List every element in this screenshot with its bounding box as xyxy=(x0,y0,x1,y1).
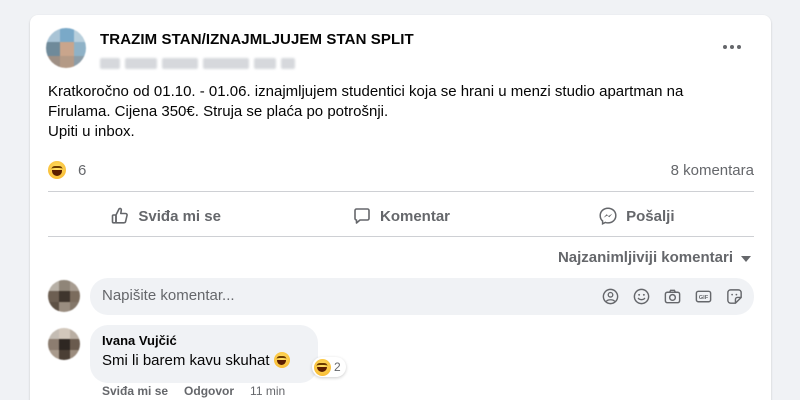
svg-text:GIF: GIF xyxy=(699,295,709,301)
comment-reaction-count: 2 xyxy=(334,360,341,374)
reaction-count[interactable]: 6 xyxy=(78,162,86,179)
send-button[interactable]: Pošalji xyxy=(519,200,754,232)
avatar-sticker-icon[interactable] xyxy=(601,287,620,306)
post-body-line: Upiti u inbox. xyxy=(48,123,135,140)
messenger-icon xyxy=(599,207,617,226)
gif-icon[interactable]: GIF xyxy=(694,287,713,306)
comment-actions: Sviđa mi se Odgovor 11 min xyxy=(102,384,285,398)
commenter-avatar[interactable] xyxy=(48,328,80,360)
post-card: TRAZIM STAN/IZNAJMLJUJEM STAN SPLIT Krat… xyxy=(30,15,771,400)
laughing-emoji-icon xyxy=(273,352,290,368)
camera-icon[interactable] xyxy=(663,287,682,306)
comment-reply-link[interactable]: Odgovor xyxy=(184,384,234,398)
comment-reaction-badge[interactable]: 2 xyxy=(312,357,346,377)
group-avatar[interactable] xyxy=(46,28,86,68)
comment-like-link[interactable]: Sviđa mi se xyxy=(102,384,168,398)
like-button-label: Sviđa mi se xyxy=(138,207,221,225)
comment-text: Smi li barem kavu skuhat xyxy=(102,352,270,369)
emoji-icon[interactable] xyxy=(632,287,651,306)
chevron-down-icon xyxy=(741,255,751,262)
laughing-emoji-icon[interactable] xyxy=(48,161,66,179)
comment-composer: GIF xyxy=(90,278,754,315)
reactions-summary: 6 8 komentara xyxy=(48,161,754,181)
comment-button[interactable]: Komentar xyxy=(283,200,518,232)
composer-icon-bar: GIF xyxy=(601,287,744,306)
comment-bubble-icon xyxy=(354,208,370,224)
group-title[interactable]: TRAZIM STAN/IZNAJMLJUJEM STAN SPLIT xyxy=(100,31,414,48)
comments-sort-dropdown[interactable]: Najzanimljiviji komentari xyxy=(558,249,751,266)
like-button[interactable]: Sviđa mi se xyxy=(48,200,283,232)
more-options-icon[interactable] xyxy=(720,39,744,55)
divider xyxy=(48,236,754,237)
send-button-label: Pošalji xyxy=(626,207,675,225)
comments-sort-label: Najzanimljiviji komentari xyxy=(557,249,733,266)
comment-count-link[interactable]: 8 komentara xyxy=(671,162,754,179)
post-body-line: Kratkoročno od 01.10. - 01.06. iznajmlju… xyxy=(48,83,684,100)
comment-timestamp[interactable]: 11 min xyxy=(250,384,285,398)
sticker-icon[interactable] xyxy=(725,287,744,306)
post-body: Kratkoročno od 01.10. - 01.06. iznajmlju… xyxy=(48,82,758,142)
comment-input[interactable] xyxy=(102,287,502,304)
post-body-line: Firulama. Cijena 350€. Struja se plaća p… xyxy=(48,103,389,120)
laughing-emoji-icon xyxy=(314,358,331,376)
divider xyxy=(48,191,754,192)
current-user-avatar[interactable] xyxy=(48,280,80,312)
comment-bubble: Ivana Vujčić Smi li barem kavu skuhat xyxy=(90,325,318,383)
post-meta-redacted xyxy=(100,56,305,69)
post-action-bar: Sviđa mi se Komentar Pošalji xyxy=(48,200,754,232)
comment-author[interactable]: Ivana Vujčić xyxy=(102,333,177,348)
thumbs-up-icon xyxy=(112,207,129,224)
comment-button-label: Komentar xyxy=(379,207,450,225)
comment-text-line: Smi li barem kavu skuhat xyxy=(102,352,290,369)
